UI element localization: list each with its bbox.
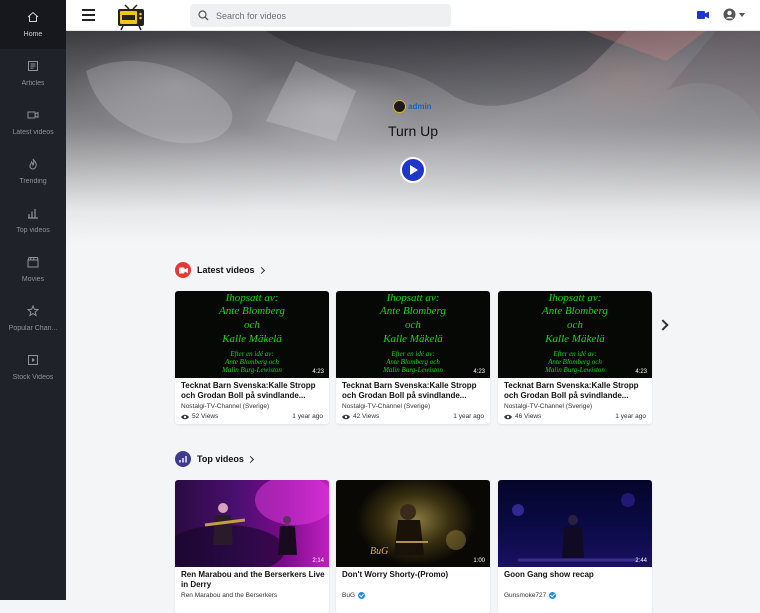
sidebar-item-popular-channels[interactable]: Popular Chan... <box>0 294 66 343</box>
video-title[interactable]: Ren Marabou and the Berserkers Live in D… <box>181 570 327 590</box>
video-duration: 4:23 <box>473 369 485 375</box>
bar-chart-icon <box>28 209 38 219</box>
top-videos-heading[interactable]: Top videos <box>175 451 254 467</box>
sidebar-item-home[interactable]: Home <box>0 0 66 49</box>
user-avatar-icon <box>723 8 736 21</box>
play-icon <box>410 165 418 175</box>
video-thumbnail[interactable]: Ihopsatt av: Ante Blomberg och Kalle Mäk… <box>498 291 652 378</box>
eye-icon <box>504 414 512 419</box>
sidebar-item-label: Trending <box>19 178 47 185</box>
video-card[interactable]: 2:44 Goon Gang show recap Gunsmoke727 <box>498 480 652 613</box>
sidebar-item-articles[interactable]: Articles <box>0 49 66 98</box>
video-thumbnail[interactable]: Ihopsatt av: Ante Blomberg och Kalle Mäk… <box>175 291 329 378</box>
home-icon <box>27 11 39 22</box>
upload-time: 1 year ago <box>453 413 484 420</box>
channel-name[interactable]: Nostalgi-TV-Channel (Sverige) <box>504 403 592 410</box>
video-title[interactable]: Tecknat Barn Svenska:Kalle Stropp och Gr… <box>181 381 327 401</box>
verified-badge-icon <box>358 592 366 599</box>
video-duration: 1:00 <box>473 558 485 564</box>
video-duration: 4:23 <box>312 369 324 375</box>
video-thumbnail[interactable]: BuG 1:00 <box>336 480 490 567</box>
channel-name[interactable]: BuG <box>342 592 366 599</box>
channel-name[interactable]: Nostalgi-TV-Channel (Sverige) <box>181 403 269 410</box>
channel-name[interactable]: Gunsmoke727 <box>504 592 557 599</box>
video-title[interactable]: Goon Gang show recap <box>504 570 650 590</box>
sidebar-item-movies[interactable]: Movies <box>0 245 66 294</box>
search-input[interactable] <box>216 10 436 21</box>
video-card[interactable]: Ihopsatt av: Ante Blomberg och Kalle Mäk… <box>498 291 652 424</box>
video-camera-icon <box>27 111 39 119</box>
video-title[interactable]: Tecknat Barn Svenska:Kalle Stropp och Gr… <box>342 381 488 401</box>
author-name[interactable]: admin <box>408 102 432 111</box>
latest-videos-heading[interactable]: Latest videos <box>175 262 265 278</box>
video-thumbnail[interactable]: 2:14 <box>175 480 329 567</box>
author-avatar <box>393 100 406 113</box>
play-square-icon <box>28 355 38 365</box>
sidebar-item-label: Movies <box>21 276 45 283</box>
video-title[interactable]: Tecknat Barn Svenska:Kalle Stropp och Gr… <box>504 381 650 401</box>
chevron-right-icon <box>257 266 265 274</box>
sidebar-item-latest-videos[interactable]: Latest videos <box>0 98 66 147</box>
video-camera-icon <box>175 262 191 278</box>
sidebar-item-label: Stock Videos <box>12 374 54 381</box>
video-card[interactable]: Ihopsatt av: Ante Blomberg och Kalle Mäk… <box>175 291 329 424</box>
thumbnail-text: BuG <box>370 546 389 557</box>
star-icon <box>27 305 39 317</box>
video-thumbnail[interactable]: Ihopsatt av: Ante Blomberg och Kalle Mäk… <box>336 291 490 378</box>
search-bar[interactable] <box>190 4 451 27</box>
top-bar <box>66 0 760 31</box>
search-icon <box>198 10 209 21</box>
video-duration: 2:44 <box>635 558 647 564</box>
upload-time: 1 year ago <box>292 413 323 420</box>
chevron-down-icon <box>739 12 745 17</box>
hero-banner: admin Turn Up <box>66 31 760 244</box>
verified-badge-icon <box>549 592 557 599</box>
sidebar-item-label: Articles <box>21 80 45 87</box>
user-menu[interactable] <box>723 8 745 21</box>
site-logo[interactable] <box>116 3 146 31</box>
channel-name[interactable]: Nostalgi-TV-Channel (Sverige) <box>342 403 430 410</box>
upload-video-icon[interactable] <box>697 10 709 20</box>
sidebar-item-label: Latest videos <box>12 129 54 136</box>
menu-icon[interactable] <box>82 9 95 21</box>
video-title[interactable]: Don't Worry Shorty-(Promo) <box>342 570 488 590</box>
bar-chart-icon <box>175 451 191 467</box>
view-count: 52 Views <box>181 413 218 420</box>
sidebar: Home Articles Latest videos Trending Top… <box>0 0 66 600</box>
video-card[interactable]: BuG 1:00 Don't Worry Shorty-(Promo) BuG <box>336 480 490 613</box>
view-count: 46 Views <box>504 413 541 420</box>
eye-icon <box>342 414 350 419</box>
chevron-right-icon <box>246 455 254 463</box>
sidebar-item-label: Popular Chan... <box>8 325 58 332</box>
video-card[interactable]: Ihopsatt av: Ante Blomberg och Kalle Mäk… <box>336 291 490 424</box>
video-card[interactable]: 2:14 Ren Marabou and the Berserkers Live… <box>175 480 329 613</box>
video-thumbnail[interactable]: 2:44 <box>498 480 652 567</box>
upload-time: 1 year ago <box>615 413 646 420</box>
articles-icon <box>28 61 38 71</box>
eye-icon <box>181 414 189 419</box>
play-button[interactable] <box>400 157 426 183</box>
carousel-next-icon[interactable] <box>657 319 669 331</box>
sidebar-item-top-videos[interactable]: Top videos <box>0 196 66 245</box>
hero-title[interactable]: Turn Up <box>326 123 500 139</box>
hero-author[interactable]: admin <box>391 100 432 113</box>
sidebar-item-trending[interactable]: Trending <box>0 147 66 196</box>
flame-icon <box>29 158 37 170</box>
video-duration: 4:23 <box>635 369 647 375</box>
clapperboard-icon <box>27 257 39 268</box>
view-count: 42 Views <box>342 413 379 420</box>
video-duration: 2:14 <box>312 558 324 564</box>
channel-name[interactable]: Ren Marabou and the Berserkers <box>181 592 277 599</box>
sidebar-item-label: Top videos <box>16 227 50 234</box>
sidebar-item-stock-videos[interactable]: Stock Videos <box>0 343 66 392</box>
sidebar-item-label: Home <box>23 31 43 38</box>
